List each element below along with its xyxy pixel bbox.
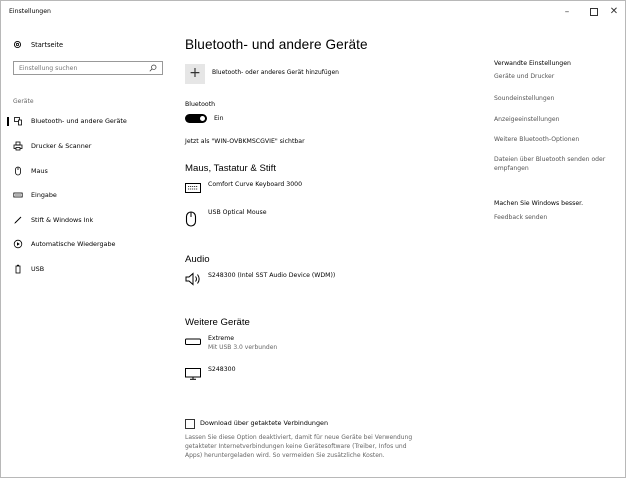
sidebar-item-input[interactable]: Eingabe	[1, 185, 166, 205]
mouse-icon	[15, 166, 21, 176]
metered-download-description: Lassen Sie diese Option deaktiviert, dam…	[185, 434, 413, 459]
close-button[interactable]: ✕	[599, 1, 625, 25]
home-link[interactable]: Startseite	[13, 40, 63, 49]
sidebar-item-autoplay[interactable]: Automatische Wiedergabe	[1, 234, 166, 254]
minimize-button[interactable]: –	[552, 1, 582, 25]
gear-icon	[13, 40, 22, 49]
section-heading-audio: Audio	[185, 254, 210, 265]
add-device-label[interactable]: Bluetooth- oder anderes Gerät hinzufügen	[212, 69, 339, 76]
speaker-icon	[185, 272, 200, 286]
sidebar-item-label: Bluetooth- und andere Geräte	[31, 117, 127, 125]
feedback-heading: Machen Sie Windows besser.	[494, 200, 584, 207]
sidebar-item-printers[interactable]: Drucker & Scanner	[1, 136, 166, 156]
sidebar-item-label: Stift & Windows Ink	[31, 216, 94, 224]
keyboard-icon	[13, 192, 23, 198]
link-more-bluetooth-options[interactable]: Weitere Bluetooth-Optionen	[494, 135, 579, 144]
sidebar-item-label: Eingabe	[31, 191, 57, 199]
keyboard-icon	[185, 183, 201, 193]
sidebar-item-label: USB	[31, 265, 45, 273]
device-drive[interactable]: Extreme Mit USB 3.0 verbunden	[185, 335, 485, 365]
device-name: Extreme	[208, 335, 235, 342]
monitor-icon	[185, 368, 201, 380]
section-heading-input: Maus, Tastatur & Stift	[185, 163, 276, 174]
device-monitor[interactable]: S248300	[185, 366, 485, 396]
section-label-devices: Geräte	[13, 98, 34, 105]
window-title: Einstellungen	[9, 8, 51, 15]
add-device-button[interactable]: +	[185, 64, 205, 84]
device-name: USB Optical Mouse	[208, 209, 267, 216]
bluetooth-state: Ein	[214, 115, 224, 122]
metered-download-label[interactable]: Download über getaktete Verbindungen	[200, 419, 328, 427]
home-label: Startseite	[31, 40, 64, 49]
sidebar-item-label: Drucker & Scanner	[31, 142, 92, 150]
selection-indicator	[7, 117, 9, 126]
sidebar-item-label: Maus	[31, 167, 48, 175]
bluetooth-devices-icon	[14, 117, 22, 126]
link-display-settings[interactable]: Anzeigeeinstellungen	[494, 115, 560, 124]
related-heading: Verwandte Einstellungen	[494, 60, 571, 67]
toggle-knob	[200, 116, 205, 121]
feedback-link[interactable]: Feedback senden	[494, 213, 547, 222]
device-speaker[interactable]: S248300 (Intel SST Audio Device (WDM))	[185, 272, 485, 302]
device-mouse[interactable]: USB Optical Mouse	[185, 209, 485, 239]
sidebar-item-mouse[interactable]: Maus	[1, 161, 166, 181]
metered-download-checkbox[interactable]	[185, 419, 195, 429]
sidebar-item-usb[interactable]: USB	[1, 259, 166, 279]
link-devices-printers[interactable]: Geräte und Drucker	[494, 72, 554, 81]
bluetooth-label: Bluetooth	[185, 101, 216, 108]
related-settings: Verwandte Einstellungen Geräte und Druck…	[494, 27, 619, 477]
search-icon[interactable]	[149, 64, 157, 72]
device-name: S248300 (Intel SST Audio Device (WDM))	[208, 272, 336, 279]
page-title: Bluetooth- und andere Geräte	[185, 37, 368, 52]
device-name: Comfort Curve Keyboard 3000	[208, 181, 303, 188]
sidebar: Startseite Geräte Bluetooth- und andere …	[1, 27, 166, 477]
link-bluetooth-file-transfer[interactable]: Dateien über Bluetooth senden oder empfa…	[494, 155, 612, 173]
section-heading-other: Weitere Geräte	[185, 317, 250, 328]
search-input[interactable]	[14, 62, 149, 74]
sidebar-item-bluetooth[interactable]: Bluetooth- und andere Geräte	[1, 111, 166, 131]
bluetooth-toggle[interactable]	[185, 114, 207, 123]
search-box[interactable]	[13, 61, 163, 75]
printer-icon	[13, 141, 23, 151]
drive-icon	[185, 338, 201, 345]
mouse-icon	[185, 211, 197, 227]
settings-window: Einstellungen – ✕ Startseite Geräte	[0, 0, 626, 478]
autoplay-icon	[13, 239, 23, 249]
title-bar: Einstellungen – ✕	[1, 1, 625, 27]
pen-icon	[14, 216, 22, 224]
usb-icon	[15, 264, 21, 274]
sidebar-item-label: Automatische Wiedergabe	[31, 240, 116, 248]
device-name: S248300	[208, 366, 236, 373]
main-content: Bluetooth- und andere Geräte + Bluetooth…	[185, 27, 485, 477]
visibility-status: Jetzt als "WIN-OVBKMSCGVIE" sichtbar	[185, 138, 305, 145]
link-sound-settings[interactable]: Soundeinstellungen	[494, 94, 554, 103]
sidebar-item-pen[interactable]: Stift & Windows Ink	[1, 210, 166, 230]
device-status: Mit USB 3.0 verbunden	[208, 344, 278, 351]
device-keyboard[interactable]: Comfort Curve Keyboard 3000	[185, 181, 485, 211]
maximize-icon	[590, 7, 598, 16]
